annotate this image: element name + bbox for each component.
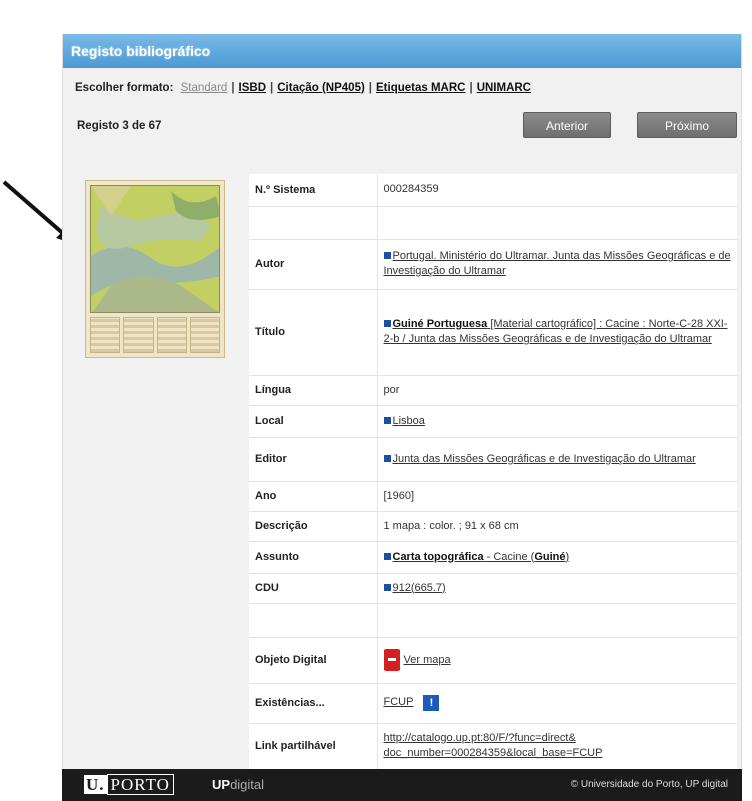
updigital-logo[interactable]: UPdigital — [212, 777, 264, 792]
titulo-main: Guiné Portuguesa — [392, 318, 488, 330]
descricao-label: Descrição — [249, 511, 378, 542]
next-button[interactable]: Próximo — [637, 112, 737, 138]
format-selector: Escolher formato: Standard | ISBD | Citação … — [75, 82, 531, 94]
pdf-icon[interactable] — [383, 649, 400, 671]
format-marc[interactable]: Etiquetas MARC — [376, 82, 465, 94]
footer: U. PORTO UPdigital © Universidade do Port… — [62, 769, 742, 801]
assunto-label: Assunto — [249, 541, 378, 574]
format-standard[interactable]: Standard — [181, 82, 228, 94]
lingua-value: por — [377, 375, 737, 406]
record-navigation: Registo 3 de 67 Anterior Próximo — [63, 108, 741, 148]
link-label: Link partilhável — [249, 723, 378, 770]
copyright-text: © Universidade do Porto, UP digital — [570, 779, 728, 790]
format-unimarc[interactable]: UNIMARC — [477, 82, 531, 94]
autor-label: Autor — [249, 239, 378, 290]
local-link[interactable]: Lisboa — [393, 415, 425, 427]
format-isbd[interactable]: ISBD — [239, 82, 266, 94]
format-citacao[interactable]: Citação (NP405) — [277, 82, 365, 94]
previous-button[interactable]: Anterior — [523, 112, 611, 138]
map-legend — [90, 317, 220, 353]
editor-link[interactable]: Junta das Missões Geográficas e de Inves… — [393, 453, 696, 465]
record-details: N.º Sistema 000284359 Autor Portugal. Mi… — [249, 174, 737, 770]
record-panel: Registo bibliográfico Escolher formato: … — [62, 34, 742, 801]
existencias-label: Existências... — [249, 683, 378, 724]
info-icon[interactable]: ! — [423, 695, 440, 711]
lingua-label: Língua — [249, 375, 378, 406]
record-count: Registo 3 de 67 — [77, 120, 162, 132]
ano-value: [1960] — [377, 481, 737, 512]
local-label: Local — [249, 405, 378, 438]
map-thumbnail[interactable] — [85, 180, 225, 358]
link-square-icon — [383, 454, 391, 462]
permalink[interactable]: http://catalogo.up.pt:80/F/?func=direct&… — [384, 732, 603, 759]
ano-label: Ano — [249, 481, 378, 512]
titulo-link[interactable]: Guiné Portuguesa [Material cartográfico]… — [384, 318, 728, 345]
titulo-label: Título — [249, 289, 378, 376]
panel-title: Registo bibliográfico — [63, 34, 741, 68]
descricao-value: 1 mapa : color. ; 91 x 68 cm — [377, 511, 737, 542]
link-square-icon — [383, 552, 391, 560]
uporto-logo[interactable]: U. PORTO — [84, 774, 174, 795]
cdu-link[interactable]: 912(665.7) — [393, 582, 446, 594]
sistema-value: 000284359 — [377, 174, 737, 207]
link-square-icon — [383, 320, 391, 327]
link-square-icon — [383, 252, 391, 259]
link-square-icon — [383, 416, 391, 424]
sistema-label: N.º Sistema — [249, 174, 378, 207]
format-label: Escolher formato: — [75, 82, 174, 94]
editor-label: Editor — [249, 437, 378, 482]
ver-mapa-link[interactable]: Ver mapa — [404, 654, 451, 666]
map-image — [90, 185, 220, 313]
cdu-label: CDU — [249, 573, 378, 604]
existencias-link[interactable]: FCUP — [384, 696, 414, 708]
assunto-link[interactable]: Carta topográfica - Cacine (Guiné) — [393, 551, 570, 563]
objeto-label: Objeto Digital — [249, 637, 378, 684]
link-square-icon — [383, 583, 391, 591]
autor-link[interactable]: Portugal. Ministério do Ultramar. Junta … — [384, 250, 731, 277]
